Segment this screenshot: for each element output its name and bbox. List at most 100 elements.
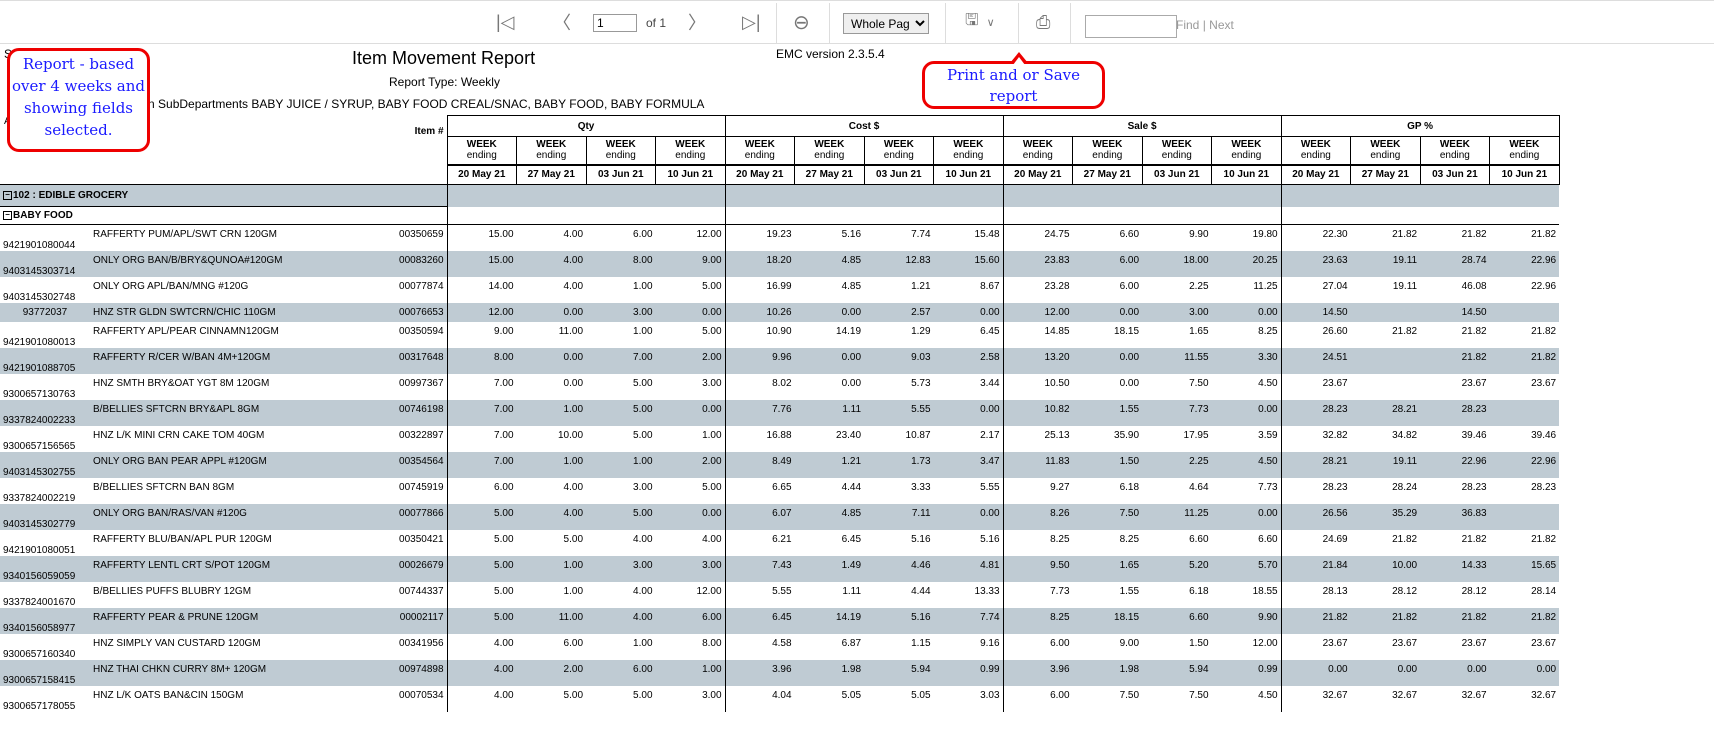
next-link[interactable]: Next — [1209, 18, 1234, 32]
table-row[interactable]: 9340156059059 RAFFERTY LENTL CRT S/POT 12… — [0, 555, 1560, 582]
value-cell: 12.00 — [1252, 637, 1278, 649]
item-number: 00997367 — [399, 377, 444, 389]
value-cell: 11.83 — [1002, 451, 1073, 478]
value-cell: 22.96 — [1489, 250, 1560, 277]
report-title: Item Movement Report — [352, 48, 536, 68]
collapse-icon[interactable]: − — [3, 211, 12, 220]
table-row[interactable]: 9337824002219 B/BELLIES SFTCRN BAN 8GM 007… — [0, 477, 1559, 504]
value-cell: 3.00 — [655, 555, 726, 582]
item-description: RAFFERTY PEAR & PRUNE 120GM — [90, 607, 380, 634]
collapse-icon[interactable]: − — [3, 191, 12, 200]
group-header: Cost $ — [724, 115, 1004, 137]
table-row[interactable]: 9403145302779 ONLY ORG BAN/RAS/VAN #120G 0… — [0, 503, 1560, 530]
value-cell: 1.00 — [633, 637, 653, 649]
value-cell: 12.00 — [1002, 302, 1073, 322]
chevron-down-icon[interactable]: ∨ — [987, 16, 995, 29]
value-cell: 25.13 — [1002, 425, 1073, 452]
table-row[interactable]: 9300657156565 HNZ L/K MINI CRN CAKE TOM 4… — [0, 425, 1559, 452]
value-cell: 7.73 — [1258, 481, 1278, 493]
table-row[interactable]: 9421901080051 RAFFERTY BLU/BAN/APL PUR 12… — [0, 529, 1559, 556]
value-cell: 23.67 — [1531, 377, 1557, 389]
table-row[interactable]: 9421901088705 RAFFERTY R/CER W/BAN 4M+120… — [0, 347, 1560, 374]
value-cell: 5.00 — [563, 533, 584, 545]
back-icon[interactable]: ⊖ — [793, 1, 810, 43]
item-number: 00746198 — [380, 399, 448, 426]
report-type: Report Type: Weekly — [389, 75, 500, 89]
page-number-input[interactable] — [593, 14, 637, 32]
value-cell: 4.00 — [586, 607, 656, 634]
value-cell: 21.82 — [1280, 607, 1351, 634]
table-row[interactable]: 9403145302748 ONLY ORG APL/BAN/MNG #120G 0… — [0, 276, 1559, 303]
table-row[interactable]: 9337824001670 B/BELLIES PUFFS BLUBRY 12GM… — [0, 581, 1559, 608]
week-date-header: 27 May 21 — [1350, 163, 1421, 185]
value-cell: 2.25 — [1189, 280, 1209, 292]
last-page-icon[interactable]: ▷| — [742, 1, 761, 43]
next-page-icon[interactable]: 〉 — [688, 1, 706, 43]
value-cell: 17.95 — [1183, 429, 1209, 441]
first-page-icon[interactable]: |◁ — [496, 1, 515, 43]
value-cell: 36.83 — [1420, 503, 1490, 530]
value-cell: 1.98 — [1072, 659, 1143, 686]
item-number: 00350421 — [399, 533, 444, 545]
find-link[interactable]: Find — [1176, 18, 1199, 32]
page-count: of 1 — [646, 16, 667, 30]
item-number: 00026679 — [380, 555, 448, 582]
value-cell: 6.00 — [633, 229, 653, 240]
table-row[interactable]: 9337824002233 B/BELLIES SFTCRN BRY&APL 8G… — [0, 399, 1560, 426]
find-input[interactable] — [1085, 15, 1177, 38]
subdepartment-row[interactable]: − BABY FOOD — [0, 206, 1560, 225]
barcode: 9300657160340 — [3, 648, 76, 660]
value-cell: 10.82 — [1002, 399, 1073, 426]
value-cell: 2.25 — [1142, 451, 1212, 478]
previous-page-icon[interactable]: 〈 — [553, 1, 571, 43]
value-cell: 27.04 — [1280, 276, 1351, 303]
value-cell: 4.85 — [794, 250, 865, 277]
value-cell: 4.44 — [911, 585, 931, 597]
value-cell: 26.60 — [1280, 321, 1351, 348]
item-number: 00083260 — [380, 250, 448, 277]
table-row[interactable]: 9300657178055 HNZ L/K OATS BAN&CIN 150GM 0… — [0, 685, 1559, 712]
table-row[interactable]: 9403145303714 ONLY ORG BAN/B/BRY&QUNOA#12… — [0, 250, 1560, 277]
value-cell: 4.85 — [841, 280, 862, 292]
value-cell: 5.00 — [446, 529, 517, 556]
table-row[interactable]: 9300657160340 HNZ SIMPLY VAN CUSTARD 120G… — [0, 633, 1559, 660]
table-row[interactable]: 93772037 HNZ STR GLDN SWTCRN/CHIC 110GM 00… — [0, 302, 1560, 322]
value-cell: 11.25 — [1253, 280, 1278, 292]
zoom-select[interactable]: Whole Page — [843, 13, 929, 34]
value-cell: 5.16 — [911, 533, 931, 545]
barcode: 9403145302748 — [3, 291, 76, 303]
week-date-header: 27 May 21 — [516, 163, 587, 185]
value-cell: 1.65 — [1189, 325, 1209, 337]
table-row[interactable]: 9300657158415 HNZ THAI CHKN CURRY 8M+ 120… — [0, 659, 1560, 686]
department-row[interactable]: −102 : EDIBLE GROCERY — [0, 184, 1560, 207]
save-icon[interactable]: 🖫 ∨ — [965, 1, 995, 43]
table-row[interactable]: 9403145302755 ONLY ORG BAN PEAR APPL #120… — [0, 451, 1560, 478]
value-cell: 21.82 — [1461, 533, 1487, 545]
value-cell: 12.00 — [696, 585, 722, 597]
value-cell: 9.96 — [724, 347, 795, 374]
value-cell: 22.96 — [1489, 451, 1560, 478]
group-header: Qty — [446, 115, 726, 137]
value-cell: 4.50 — [1258, 689, 1278, 701]
value-cell: 4.58 — [724, 633, 795, 660]
table-row[interactable]: 9300657130763 HNZ SMTH BRY&OAT YGT 8M 120… — [0, 373, 1559, 400]
value-cell: 23.67 — [1531, 637, 1557, 649]
table-row[interactable]: 9421901080013 RAFFERTY APL/PEAR CINNAMN12… — [0, 321, 1559, 348]
value-cell: 1.50 — [1189, 637, 1209, 649]
value-cell: 14.19 — [794, 607, 865, 634]
print-icon[interactable]: ⎙ — [1036, 1, 1050, 43]
value-cell: 4.00 — [633, 533, 653, 545]
value-cell: 21.82 — [1392, 533, 1418, 545]
value-cell: 3.59 — [1258, 429, 1278, 441]
value-cell: 1.00 — [633, 280, 653, 292]
item-description: HNZ THAI CHKN CURRY 8M+ 120GM — [90, 659, 380, 686]
table-row[interactable]: 9421901080044 RAFFERTY PUM/APL/SWT CRN 12… — [0, 224, 1559, 251]
value-cell: 7.74 — [911, 229, 931, 240]
table-row[interactable]: 9340156058977 RAFFERTY PEAR & PRUNE 120GM… — [0, 607, 1560, 634]
value-cell: 4.00 — [516, 503, 587, 530]
value-cell: 0.00 — [655, 302, 726, 322]
value-cell: 5.73 — [911, 377, 931, 389]
value-cell: 6.00 — [1002, 633, 1073, 660]
value-cell: 8.00 — [446, 347, 517, 374]
item-description: ONLY ORG BAN PEAR APPL #120GM — [90, 451, 380, 478]
